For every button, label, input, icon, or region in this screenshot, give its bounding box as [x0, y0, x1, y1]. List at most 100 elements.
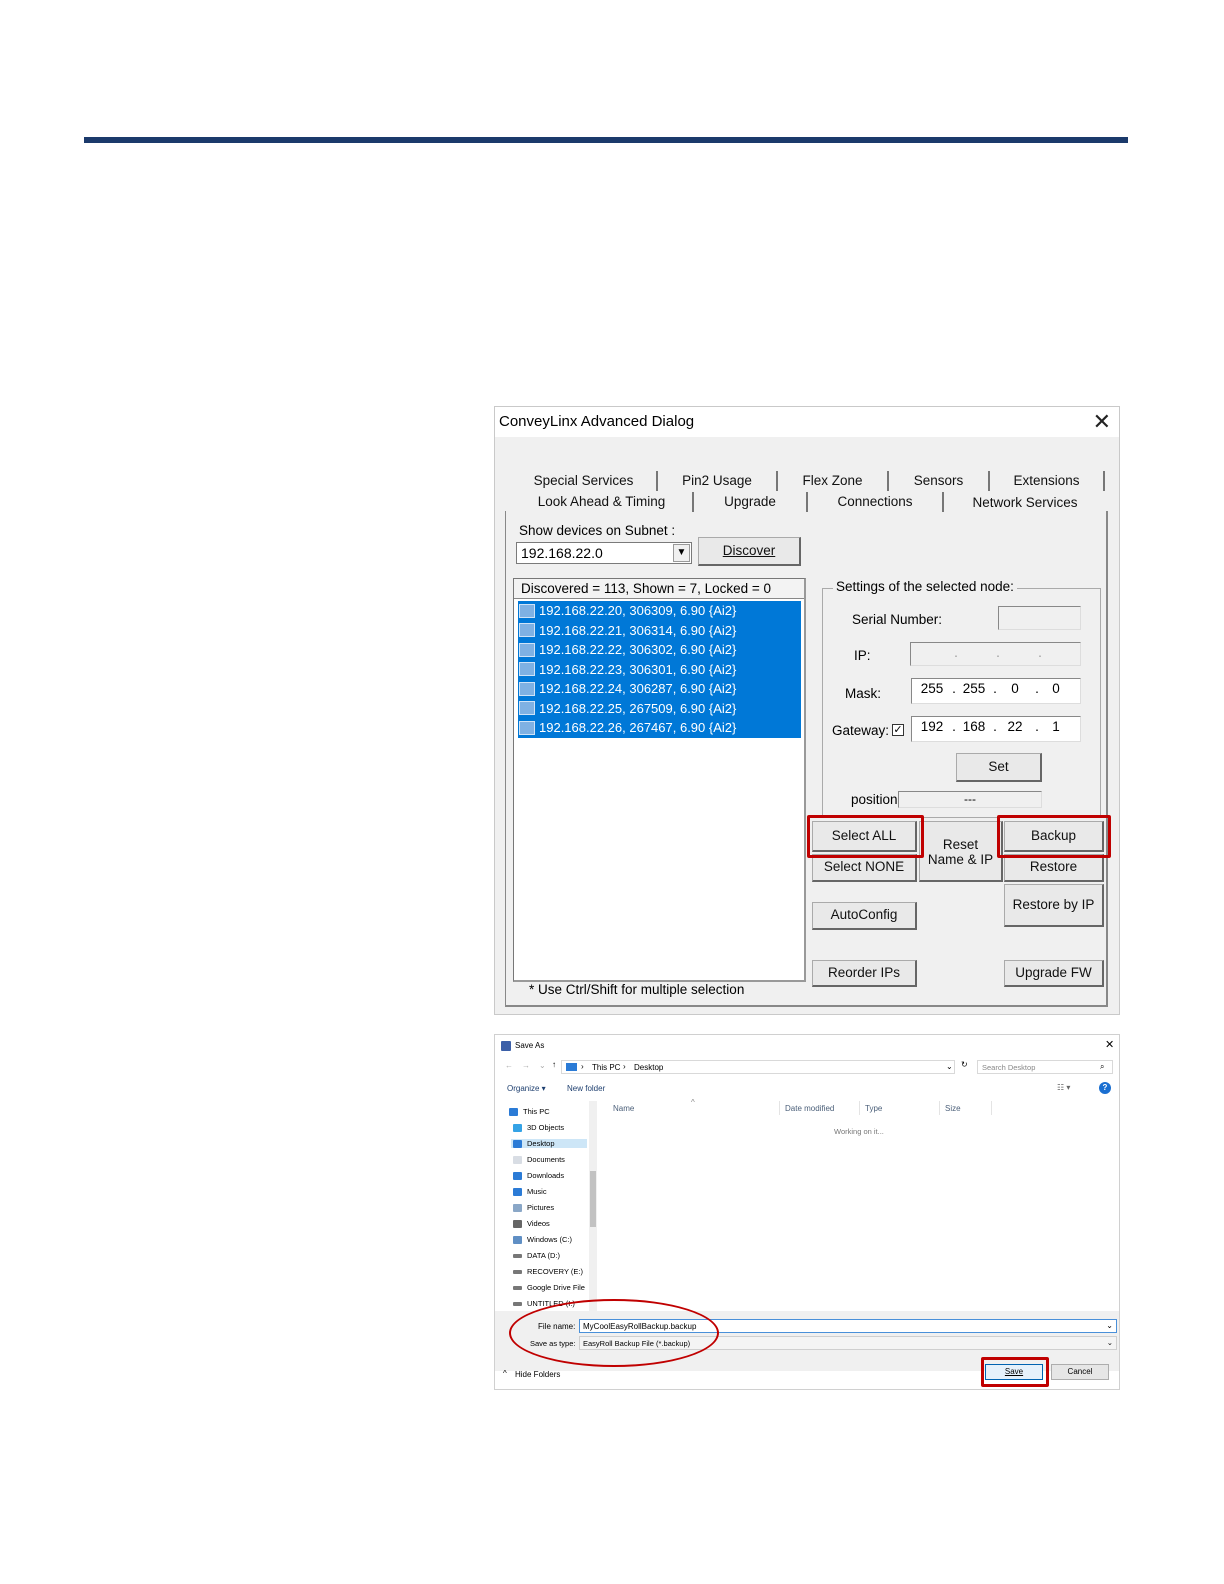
forward-icon[interactable]: → [522, 1061, 530, 1070]
backup-highlight [997, 815, 1111, 858]
tree-item-pictures[interactable]: Pictures [513, 1203, 554, 1212]
save-highlight [981, 1357, 1049, 1387]
close-icon[interactable]: ✕ [1105, 1038, 1114, 1051]
subnet-combo[interactable]: 192.168.22.0 ▼ [516, 542, 692, 564]
tree-item-recovery-e[interactable]: RECOVERY (E:) [513, 1267, 583, 1276]
list-header: Discovered = 113, Shown = 7, Locked = 0 [514, 579, 804, 599]
device-list[interactable]: Discovered = 113, Shown = 7, Locked = 0 … [513, 578, 806, 982]
breadcrumb-desktop[interactable]: Desktop [634, 1063, 663, 1072]
search-input[interactable]: Search Desktop ⌕ [977, 1060, 1113, 1074]
reorder-ips-button[interactable]: Reorder IPs [812, 960, 917, 987]
multi-select-hint: * Use Ctrl/Shift for multiple selection [529, 982, 745, 997]
restore-by-ip-button[interactable]: Restore by IP [1004, 884, 1104, 927]
app-icon [501, 1041, 511, 1051]
list-item[interactable]: 192.168.22.26, 267467, 6.90 {Ai2} [518, 718, 801, 738]
tree-item-data-d[interactable]: DATA (D:) [513, 1251, 560, 1260]
cancel-button[interactable]: Cancel [1051, 1364, 1109, 1380]
chevron-down-icon[interactable]: ⌄ [1107, 1338, 1113, 1347]
advanced-dialog: ConveyLinx Advanced Dialog ✕ Special Ser… [494, 406, 1120, 1015]
refresh-icon[interactable]: ↻ [961, 1060, 968, 1069]
chevron-down-icon[interactable]: ⌄ [539, 1061, 546, 1070]
tab-connections[interactable]: Connections [808, 492, 944, 512]
reset-name-ip-button[interactable]: Reset Name & IP [919, 821, 1003, 882]
list-item[interactable]: 192.168.22.20, 306309, 6.90 {Ai2} [518, 601, 801, 621]
new-folder-button[interactable]: New folder [567, 1084, 605, 1093]
help-icon[interactable]: ? [1099, 1082, 1111, 1094]
reset-label-line2: Name & IP [927, 852, 994, 867]
tree-item-music[interactable]: Music [513, 1187, 547, 1196]
set-button[interactable]: Set [956, 753, 1042, 782]
tab-special-services[interactable]: Special Services [511, 471, 658, 491]
column-name[interactable]: Name [613, 1104, 634, 1113]
tree-scrollbar[interactable] [589, 1101, 597, 1311]
subnet-value: 192.168.22.0 [521, 545, 603, 561]
search-placeholder: Search Desktop [982, 1063, 1036, 1072]
list-item-label: 192.168.22.20, 306309, 6.90 {Ai2} [539, 603, 737, 619]
select-none-button[interactable]: Select NONE [812, 854, 917, 882]
upgrade-fw-button[interactable]: Upgrade FW [1004, 960, 1104, 987]
position-label: position: [851, 792, 902, 807]
list-item[interactable]: 192.168.22.25, 267509, 6.90 {Ai2} [518, 698, 801, 718]
tree-item-videos[interactable]: Videos [513, 1219, 550, 1228]
save-dialog-title: Save As [515, 1041, 545, 1050]
address-bar[interactable]: › This PC › Desktop ⌄ [561, 1060, 955, 1074]
view-options-icon[interactable]: ☷ ▾ [1057, 1083, 1070, 1092]
ip-field: . . . [910, 642, 1081, 666]
list-item-label: 192.168.22.23, 306301, 6.90 {Ai2} [539, 661, 737, 677]
hide-folders-icon[interactable]: ^ [503, 1369, 507, 1378]
tree-item-windows-c[interactable]: Windows (C:) [513, 1235, 572, 1244]
chevron-down-icon[interactable]: ⌄ [1106, 1321, 1113, 1330]
up-icon[interactable]: ↑ [552, 1060, 556, 1069]
list-item-label: 192.168.22.24, 306287, 6.90 {Ai2} [539, 681, 737, 697]
tab-sensors[interactable]: Sensors [889, 471, 990, 491]
hide-folders-button[interactable]: Hide Folders [515, 1370, 560, 1379]
tree-item-desktop[interactable]: Desktop [511, 1139, 587, 1148]
list-item[interactable]: 192.168.22.24, 306287, 6.90 {Ai2} [518, 679, 801, 699]
organize-button[interactable]: Organize ▾ [507, 1084, 546, 1093]
list-item-label: 192.168.22.21, 306314, 6.90 {Ai2} [539, 622, 737, 638]
gateway-octet: 1 [1052, 719, 1060, 734]
gateway-octet: 22 [1007, 719, 1023, 734]
gateway-field[interactable]: 192 . 168 . 22 . 1 [911, 716, 1081, 742]
tab-extensions[interactable]: Extensions [990, 471, 1105, 491]
device-icon [519, 603, 535, 618]
column-size[interactable]: Size [945, 1104, 961, 1113]
tree-item-3d-objects[interactable]: 3D Objects [513, 1123, 564, 1132]
chevron-down-icon[interactable]: ▼ [673, 544, 690, 562]
list-item[interactable]: 192.168.22.22, 306302, 6.90 {Ai2} [518, 640, 801, 660]
list-item[interactable]: 192.168.22.21, 306314, 6.90 {Ai2} [518, 620, 801, 640]
device-icon [519, 681, 535, 696]
discover-button[interactable]: Discover [698, 537, 801, 566]
column-date-modified[interactable]: Date modified [785, 1104, 834, 1113]
tab-network-services[interactable]: Network Services [944, 493, 1106, 513]
chevron-down-icon[interactable]: ⌄ [946, 1062, 953, 1071]
header-rule [84, 137, 1128, 143]
settings-label: Settings of the selected node: [833, 579, 1017, 594]
close-icon[interactable]: ✕ [1093, 409, 1111, 435]
restore-button[interactable]: Restore [1004, 854, 1104, 882]
tab-flex-zone[interactable]: Flex Zone [778, 471, 889, 491]
column-type[interactable]: Type [865, 1104, 882, 1113]
subnet-label: Show devices on Subnet : [519, 523, 676, 538]
tree-item-downloads[interactable]: Downloads [513, 1171, 564, 1180]
file-name-highlight [509, 1299, 719, 1367]
list-item[interactable]: 192.168.22.23, 306301, 6.90 {Ai2} [518, 659, 801, 679]
mask-field[interactable]: 255 . 255 . 0 . 0 [911, 678, 1081, 704]
search-icon: ⌕ [1100, 1062, 1105, 1071]
dialog-title: ConveyLinx Advanced Dialog [499, 413, 695, 430]
title-bar: ConveyLinx Advanced Dialog ✕ [495, 407, 1119, 437]
tab-look-ahead-timing[interactable]: Look Ahead & Timing [511, 492, 694, 512]
tab-pin2-usage[interactable]: Pin2 Usage [658, 471, 778, 491]
back-icon[interactable]: ← [505, 1061, 513, 1070]
save-as-dialog: Save As ✕ ← → ⌄ ↑ › This PC › Desktop ⌄ … [494, 1034, 1120, 1390]
device-icon [519, 642, 535, 657]
autoconfig-button[interactable]: AutoConfig [812, 902, 917, 930]
breadcrumb-this-pc[interactable]: This PC [592, 1063, 620, 1072]
tree-item-google-drive[interactable]: Google Drive File [513, 1283, 589, 1292]
device-icon [519, 662, 535, 677]
tab-upgrade[interactable]: Upgrade [694, 492, 808, 512]
gateway-octet: 168 [962, 719, 986, 734]
tree-item-this-pc[interactable]: This PC [509, 1107, 550, 1116]
gateway-checkbox[interactable]: ✓ [892, 724, 904, 736]
tree-item-documents[interactable]: Documents [513, 1155, 565, 1164]
